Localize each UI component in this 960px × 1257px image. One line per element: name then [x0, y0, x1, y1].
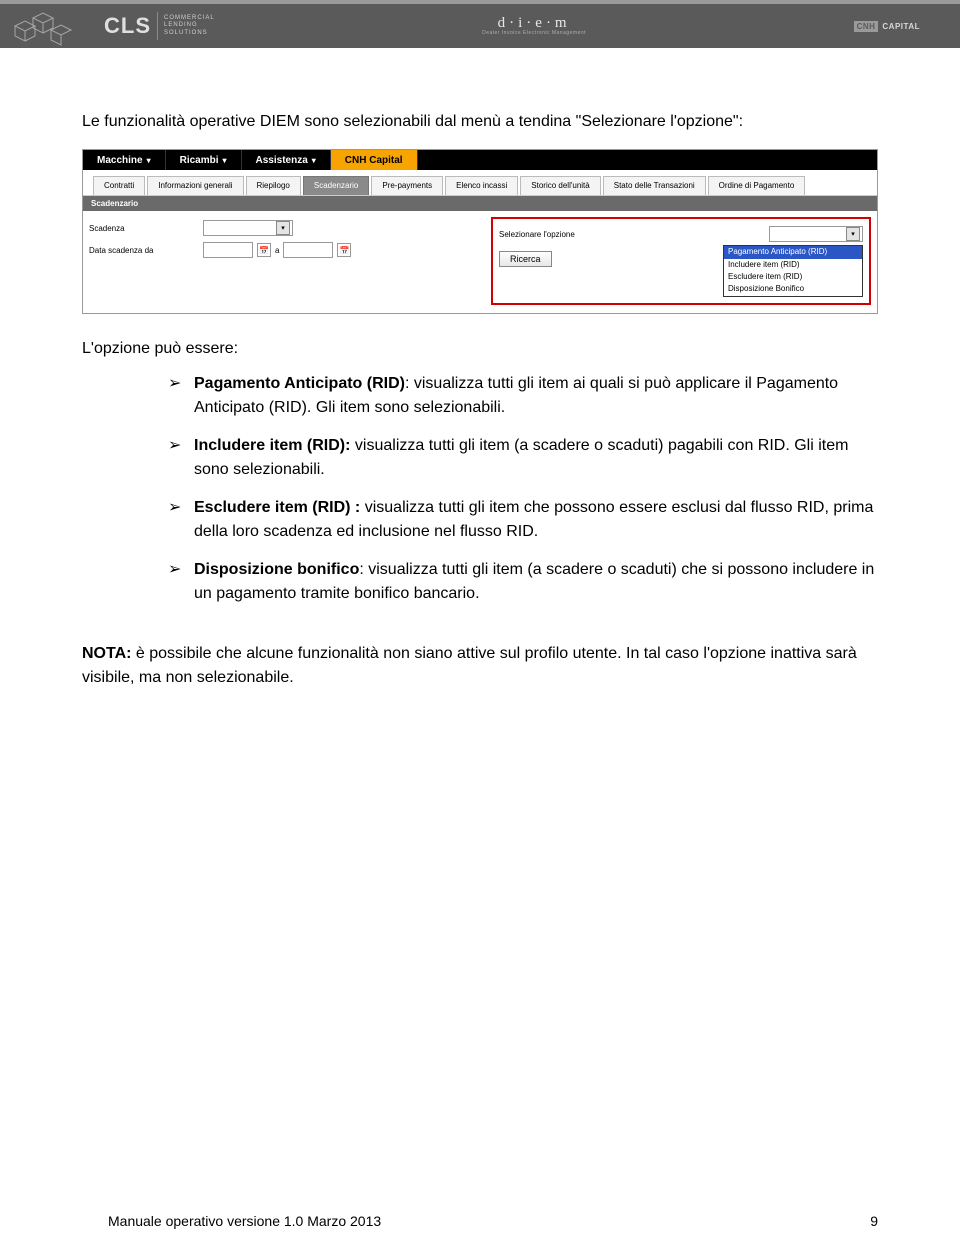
chevron-down-icon: ▾: [147, 156, 151, 165]
bullet-body: Includere item (RID): visualizza tutti g…: [194, 434, 878, 482]
chevron-down-icon: ▾: [846, 227, 860, 241]
filters-left: Scadenza ▾ Data scadenza da 📅 a 📅: [89, 217, 487, 305]
menu-label: Assistenza: [256, 155, 308, 166]
bullet-sep: :: [405, 375, 414, 392]
bullet-includere-item: ➢ Includere item (RID): visualizza tutti…: [168, 434, 878, 482]
row-data-scadenza: Data scadenza da 📅 a 📅: [89, 239, 487, 261]
bullet-mark-icon: ➢: [168, 434, 184, 482]
chevron-down-icon: ▾: [276, 221, 290, 235]
tab-informazioni-generali[interactable]: Informazioni generali: [147, 176, 243, 195]
bullet-sep: :: [359, 561, 368, 578]
nota-label: NOTA:: [82, 645, 131, 662]
calendar-icon[interactable]: 📅: [257, 243, 271, 257]
tab-elenco-incassi[interactable]: Elenco incassi: [445, 176, 518, 195]
option-pagamento-anticipato[interactable]: Pagamento Anticipato (RID): [724, 246, 862, 258]
bullet-pagamento-anticipato: ➢ Pagamento Anticipato (RID): visualizza…: [168, 372, 878, 420]
cnh-capital-text: CAPITAL: [882, 22, 920, 31]
tab-storico-unita[interactable]: Storico dell'unità: [520, 176, 600, 195]
cls-logo: CLS COMMERCIAL LENDING SOLUTIONS: [104, 12, 215, 40]
option-escludere-item[interactable]: Escludere item (RID): [724, 271, 862, 283]
cls-separator: [157, 12, 158, 40]
ricerca-button[interactable]: Ricerca: [499, 251, 552, 267]
opzione-label: Selezionare l'opzione: [499, 230, 629, 239]
date-to-input[interactable]: [283, 242, 333, 258]
page-content: Le funzionalità operative DIEM sono sele…: [0, 48, 960, 720]
cnh-capital-logo: CNH CAPITAL: [854, 21, 920, 32]
cls-tagline: COMMERCIAL LENDING SOLUTIONS: [164, 15, 215, 37]
date-from-input[interactable]: [203, 242, 253, 258]
tab-contratti[interactable]: Contratti: [93, 176, 145, 195]
scadenza-label: Scadenza: [89, 224, 199, 233]
footer-page-number: 9: [870, 1213, 878, 1229]
nota-text: è possibile che alcune funzionalità non …: [82, 645, 857, 686]
bullet-strong: Escludere item (RID) :: [194, 499, 360, 516]
tab-ordine-pagamento[interactable]: Ordine di Pagamento: [708, 176, 806, 195]
app-top-menu: Macchine ▾ Ricambi ▾ Assistenza ▾ CNH Capit…: [83, 150, 877, 170]
chevron-down-icon: ▾: [312, 156, 316, 165]
calendar-icon[interactable]: 📅: [337, 243, 351, 257]
cls-tag-1: COMMERCIAL: [164, 15, 215, 21]
menu-macchine[interactable]: Macchine ▾: [83, 150, 166, 170]
bullet-body: Escludere item (RID) : visualizza tutti …: [194, 496, 878, 544]
nota-paragraph: NOTA: è possibile che alcune funzionalit…: [82, 642, 878, 690]
app-sub-tabs: Contratti Informazioni generali Riepilog…: [83, 170, 877, 196]
scadenza-select[interactable]: ▾: [203, 220, 293, 236]
bullet-body: Pagamento Anticipato (RID): visualizza t…: [194, 372, 878, 420]
data-scadenza-label: Data scadenza da: [89, 246, 199, 255]
section-title: Scadenzario: [83, 196, 877, 211]
menu-ricambi[interactable]: Ricambi ▾: [166, 150, 242, 170]
a-label: a: [275, 246, 279, 255]
filters-right-highlighted: Selezionare l'opzione ▾ Ricerca Pagament…: [491, 217, 871, 305]
cls-tag-3: SOLUTIONS: [164, 30, 208, 36]
bullet-mark-icon: ➢: [168, 372, 184, 420]
options-bullet-list: ➢ Pagamento Anticipato (RID): visualizza…: [82, 372, 878, 606]
option-includere-item[interactable]: Includere item (RID): [724, 259, 862, 271]
bullet-escludere-item: ➢ Escludere item (RID) : visualizza tutt…: [168, 496, 878, 544]
option-disposizione-bonifico[interactable]: Disposizione Bonifico: [724, 283, 862, 295]
bullet-strong: Disposizione bonifico: [194, 561, 359, 578]
row-scadenza: Scadenza ▾: [89, 217, 487, 239]
diem-logo: d·i·e·m Dealer Invoice Electronic Manage…: [482, 16, 586, 36]
cls-mark: CLS: [104, 13, 151, 39]
bullet-mark-icon: ➢: [168, 558, 184, 606]
diem-mark: d·i·e·m: [482, 16, 586, 31]
tab-riepilogo[interactable]: Riepilogo: [246, 176, 301, 195]
menu-cnh-capital[interactable]: CNH Capital: [331, 150, 418, 170]
row-selezionare-opzione: Selezionare l'opzione ▾: [499, 223, 863, 245]
opzione-dropdown-list: Pagamento Anticipato (RID) Includere ite…: [723, 245, 863, 297]
cls-tag-2: LENDING: [164, 22, 198, 28]
tab-scadenzario[interactable]: Scadenzario: [303, 176, 369, 195]
filter-panel: Scadenza ▾ Data scadenza da 📅 a 📅 Selezi…: [83, 211, 877, 313]
bullet-disposizione-bonifico: ➢ Disposizione bonifico: visualizza tutt…: [168, 558, 878, 606]
bullet-strong: Pagamento Anticipato (RID): [194, 375, 405, 392]
footer-left: Manuale operativo versione 1.0 Marzo 201…: [108, 1213, 381, 1229]
cnh-box: CNH: [854, 21, 879, 32]
bullet-strong: Includere item (RID):: [194, 437, 350, 454]
diem-screenshot: Macchine ▾ Ricambi ▾ Assistenza ▾ CNH Capit…: [82, 149, 878, 314]
tab-pre-payments[interactable]: Pre-payments: [371, 176, 443, 195]
cubes-icon: [0, 2, 90, 50]
post-paragraph: L'opzione può essere:: [82, 340, 878, 358]
menu-label: Ricambi: [180, 155, 219, 166]
menu-label: CNH Capital: [345, 155, 403, 166]
page-footer: Manuale operativo versione 1.0 Marzo 201…: [0, 1195, 960, 1257]
bullet-mark-icon: ➢: [168, 496, 184, 544]
tab-stato-transazioni[interactable]: Stato delle Transazioni: [603, 176, 706, 195]
menu-assistenza[interactable]: Assistenza ▾: [242, 150, 331, 170]
intro-paragraph: Le funzionalità operative DIEM sono sele…: [82, 110, 878, 133]
diem-subtitle: Dealer Invoice Electronic Management: [482, 31, 586, 36]
menu-label: Macchine: [97, 155, 143, 166]
bullet-body: Disposizione bonifico: visualizza tutti …: [194, 558, 878, 606]
header-banner: CLS COMMERCIAL LENDING SOLUTIONS d·i·e·m…: [0, 0, 960, 48]
chevron-down-icon: ▾: [223, 156, 227, 165]
opzione-select[interactable]: ▾: [769, 226, 863, 242]
banner-left: CLS COMMERCIAL LENDING SOLUTIONS: [0, 2, 215, 50]
